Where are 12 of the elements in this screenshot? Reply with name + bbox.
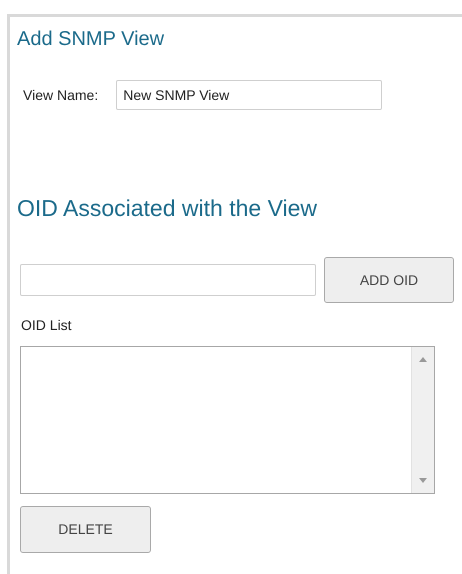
page-title: Add SNMP View [17,27,164,52]
field-label: View Name: [23,86,98,104]
scrollbar[interactable] [411,347,434,493]
delete-button[interactable]: DELETE [20,506,151,553]
oid-list-box[interactable] [20,346,435,494]
add-oid-button[interactable]: ADD OID [324,257,454,303]
scroll-up-icon[interactable] [419,357,427,362]
oid-input-field[interactable] [20,264,316,296]
list-label: OID List [20,316,72,335]
view-name-field[interactable]: New SNMP View [116,80,382,110]
section-heading: OID Associated with the View [17,194,317,223]
scroll-down-icon[interactable] [419,478,427,483]
